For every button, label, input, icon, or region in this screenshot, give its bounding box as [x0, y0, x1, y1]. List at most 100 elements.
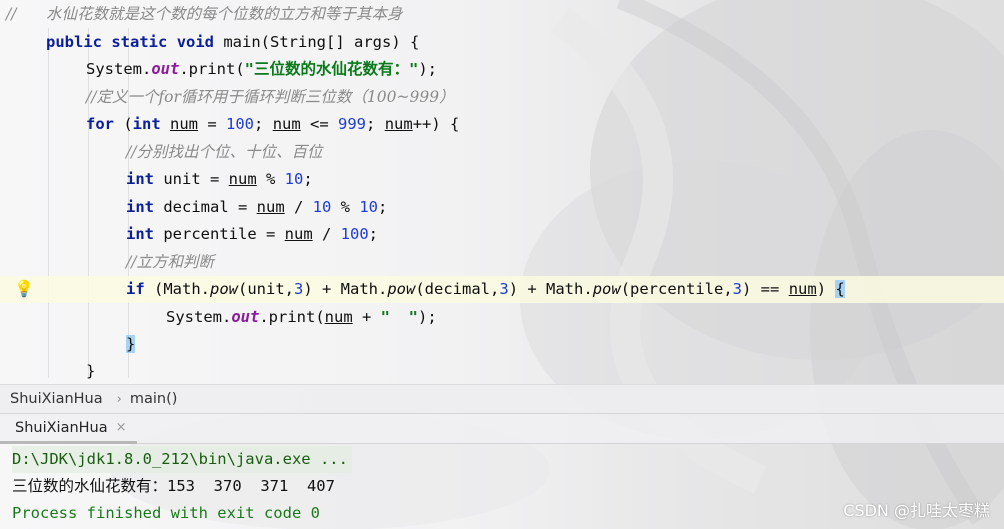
- code-text: }: [86, 362, 96, 380]
- keyword: int: [126, 170, 154, 188]
- number-literal: 3: [294, 280, 304, 298]
- variable: num: [324, 308, 353, 326]
- variable: num: [788, 280, 817, 298]
- comment: //立方和判断: [126, 253, 214, 271]
- keyword: if: [126, 280, 145, 298]
- code-line-7: int unit = num % 10;: [126, 166, 313, 193]
- code-line-10: //立方和判断: [126, 249, 214, 276]
- code-line-5: for (int num = 100; num <= 999; num++) {: [86, 111, 459, 138]
- console-exit-line: Process finished with exit code 0: [12, 504, 320, 522]
- code-text: ): [816, 280, 836, 298]
- code-text: /: [312, 225, 341, 243]
- code-text: (: [114, 115, 133, 133]
- field: out: [231, 308, 260, 326]
- code-line-2: public static void main(String[] args) {: [46, 29, 419, 56]
- number-literal: 100: [226, 115, 255, 133]
- lightbulb-icon[interactable]: 💡: [14, 280, 34, 298]
- number-literal: 3: [499, 280, 509, 298]
- code-text: =: [198, 115, 227, 133]
- code-line-4: //定义一个for循环用于循环判断三位数（100~999）: [86, 84, 455, 111]
- comment: //定义一个for循环用于循环判断三位数（100~999）: [86, 88, 455, 106]
- keyword: int: [126, 225, 154, 243]
- variable: num: [284, 225, 313, 243]
- number-literal: 100: [340, 225, 369, 243]
- code-text: ;: [254, 115, 273, 133]
- code-line-3: System.out.print("三位数的水仙花数有：");: [86, 56, 437, 83]
- matched-brace: }: [126, 335, 136, 353]
- code-text: <=: [300, 115, 339, 133]
- variable: num: [272, 115, 301, 133]
- breadcrumb-class[interactable]: ShuiXianHua: [10, 391, 103, 407]
- method-call: pow: [592, 280, 621, 298]
- code-text: ++) {: [412, 115, 460, 133]
- breadcrumb-separator-icon: ›: [116, 391, 122, 407]
- variable: num: [170, 115, 199, 133]
- code-text: ) ==: [742, 280, 789, 298]
- number-literal: 10: [359, 198, 378, 216]
- code-text: ) + Math.: [303, 280, 388, 298]
- string-literal: "三位数的水仙花数有：": [244, 60, 419, 78]
- code-text: (percentile,: [620, 280, 733, 298]
- console-output-line: 三位数的水仙花数有：153 370 371 407: [12, 477, 335, 495]
- code-text: (decimal,: [415, 280, 500, 298]
- code-text: ;: [368, 225, 378, 243]
- comment: // 水仙花数就是这个数的每个位数的立方和等于其本身: [6, 5, 403, 23]
- matched-brace: {: [835, 280, 845, 298]
- code-text: ;: [303, 170, 313, 188]
- number-literal: 3: [732, 280, 743, 298]
- code-text: .print(: [259, 308, 325, 326]
- code-line-8: int decimal = num / 10 % 10;: [126, 194, 387, 221]
- keyword: int: [126, 198, 154, 216]
- tab-run-shuixianhua[interactable]: ShuiXianHua ×: [0, 414, 137, 444]
- run-tool-window-tabs: ShuiXianHua ×: [0, 414, 1004, 444]
- keyword: for: [86, 115, 114, 133]
- field: out: [151, 60, 180, 78]
- number-literal: 999: [338, 115, 367, 133]
- code-text: /: [284, 198, 313, 216]
- code-text: .print(: [179, 60, 245, 78]
- string-literal: " ": [380, 308, 418, 326]
- keyword: public: [46, 33, 102, 51]
- method-call: pow: [210, 280, 238, 298]
- code-line-9: int percentile = num / 100;: [126, 221, 378, 248]
- code-line-1: // 水仙花数就是这个数的每个位数的立方和等于其本身: [6, 1, 403, 28]
- watermark: CSDN @扎哇太枣糕: [843, 501, 990, 520]
- breadcrumb: ShuiXianHua › main(): [0, 384, 1004, 414]
- code-text: main(String[] args) {: [214, 33, 420, 51]
- code-editor[interactable]: 💡 // 水仙花数就是这个数的每个位数的立方和等于其本身 public stat…: [0, 0, 1004, 384]
- code-text: %: [331, 198, 360, 216]
- number-literal: 10: [284, 170, 304, 188]
- code-text: decimal =: [154, 198, 257, 216]
- code-line-12: System.out.print(num + " ");: [166, 304, 437, 331]
- code-text: System.: [166, 308, 232, 326]
- keyword: void: [176, 33, 215, 51]
- variable: num: [228, 170, 257, 188]
- code-text: +: [352, 308, 381, 326]
- variable: num: [256, 198, 285, 216]
- keyword: int: [132, 115, 161, 133]
- code-text: ;: [366, 115, 385, 133]
- code-line-6: //分别找出个位、十位、百位: [126, 139, 322, 166]
- code-line-13: }: [126, 331, 136, 358]
- code-text: );: [418, 60, 437, 78]
- indent-guide: [48, 28, 49, 378]
- code-text: (Math.: [144, 280, 210, 298]
- code-line-14: }: [86, 358, 95, 384]
- code-text: );: [417, 308, 437, 326]
- keyword: static: [111, 33, 168, 51]
- number-literal: 10: [312, 198, 332, 216]
- code-text: unit =: [154, 170, 229, 188]
- tab-label: ShuiXianHua: [15, 419, 108, 436]
- code-text: (unit,: [238, 280, 294, 298]
- code-text: ;: [378, 198, 388, 216]
- comment: //分别找出个位、十位、百位: [126, 143, 323, 161]
- variable: num: [384, 115, 413, 133]
- console-command-line[interactable]: D:\JDK\jdk1.8.0_212\bin\java.exe ...: [12, 446, 352, 473]
- code-text: ) + Math.: [508, 280, 593, 298]
- code-line-11: if (Math.pow(unit,3) + Math.pow(decimal,…: [126, 276, 845, 303]
- close-icon[interactable]: ×: [116, 420, 127, 435]
- breadcrumb-method[interactable]: main(): [130, 391, 178, 407]
- method-call: pow: [387, 280, 416, 298]
- code-text: System.: [86, 60, 152, 78]
